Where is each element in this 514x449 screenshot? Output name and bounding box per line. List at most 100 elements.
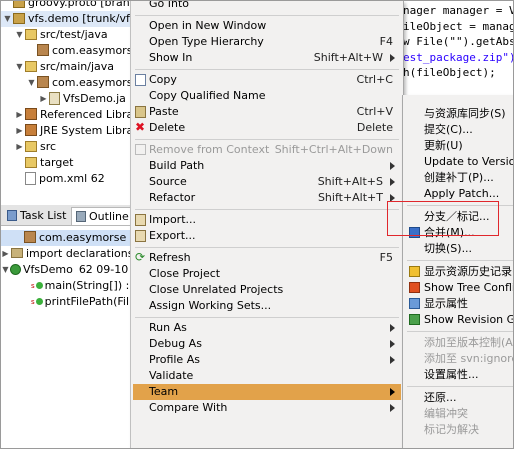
team-menu-item[interactable]: Show Tree Conflic: [405, 280, 513, 296]
menu-item-debug-as[interactable]: Debug As: [133, 336, 401, 352]
team-menu-item[interactable]: Show Revision Gra: [405, 312, 513, 328]
tree-item[interactable]: ▼ com.easymors: [27, 75, 132, 91]
team-menu-item-label: 切换(S)...: [424, 242, 473, 255]
menu-item-profile-as[interactable]: Profile As: [133, 352, 401, 368]
menu-item-assign-working-sets[interactable]: Assign Working Sets...: [133, 298, 401, 314]
team-menu-item[interactable]: 还原...: [405, 390, 513, 406]
tree-item[interactable]: target: [15, 155, 73, 171]
menu-item-go-into[interactable]: Go Into: [133, 0, 401, 12]
team-menu-item[interactable]: Update to Version: [405, 154, 514, 170]
team-menu-item[interactable]: 显示资源历史记录(: [405, 264, 513, 280]
copy-icon: [135, 74, 146, 86]
collapse-twisty-icon[interactable]: ▶: [15, 123, 24, 139]
tab-outline[interactable]: Outline: [71, 207, 133, 225]
menu-item-refresh[interactable]: ⟳ Refresh F5: [133, 250, 401, 266]
menu-item-label: Paste: [149, 105, 179, 118]
collapse-twisty-icon[interactable]: ▶: [1, 246, 10, 262]
outline-item[interactable]: s main(String[]) :: [1, 278, 133, 294]
expand-twisty-icon[interactable]: ▼: [1, 262, 10, 278]
menu-item-validate[interactable]: Validate: [133, 368, 401, 384]
tree-item-label: com.easymors: [52, 76, 133, 89]
menu-item-build-path[interactable]: Build Path: [133, 158, 401, 174]
submenu-arrow-icon: [390, 340, 395, 348]
tree-item[interactable]: ▼ vfs.demo [trunk/vfs: [1, 11, 133, 27]
outline-item[interactable]: ▼ VfsDemo 62 09-10: [1, 262, 133, 278]
menu-item-show-in[interactable]: Show In Shift+Alt+W: [133, 50, 401, 66]
tree-item[interactable]: ▶ Referenced Libra: [15, 107, 133, 123]
tree-item[interactable]: ▼ src/test/java: [15, 27, 107, 43]
expand-twisty-icon[interactable]: ▼: [15, 27, 24, 43]
team-menu-item[interactable]: 设置属性...: [405, 367, 513, 383]
tree-item[interactable]: com.easymors: [27, 43, 132, 59]
properties-icon: [409, 298, 420, 309]
tree-item[interactable]: ▼ src/main/java: [15, 59, 114, 75]
menu-item-import[interactable]: Import...: [133, 212, 401, 228]
expand-twisty-icon[interactable]: ▼: [15, 59, 24, 75]
menu-item-label: Validate: [149, 369, 194, 382]
class-icon: [10, 263, 21, 275]
menu-item-shortcut: Shift+Alt+T: [317, 191, 383, 204]
menu-item-delete[interactable]: ✖ Delete Delete: [133, 120, 401, 136]
team-menu-item[interactable]: 切换(S)...: [405, 241, 513, 257]
view-tab-bar: Task List Outline: [1, 205, 133, 226]
expand-twisty-icon[interactable]: ▼: [3, 11, 12, 27]
outline-item-meta: 62 09-10: [78, 263, 129, 276]
collapse-twisty-icon[interactable]: ▶: [15, 139, 24, 155]
menu-item-label: Profile As: [149, 353, 200, 366]
menu-item-label: Close Project: [149, 267, 221, 280]
team-menu-item[interactable]: 更新(U): [405, 138, 513, 154]
team-menu-item-label: 标记为解决: [424, 423, 479, 436]
outline-tree: com.easymorse ▶ import declarations ▼ VfsDem…: [1, 226, 134, 448]
team-menu-item[interactable]: Apply Patch...: [405, 186, 513, 202]
team-menu-item[interactable]: 与资源库同步(S): [405, 106, 513, 122]
team-menu-item: 添加至版本控制(A): [405, 335, 513, 351]
team-menu-item-label: Update to Version: [424, 155, 514, 168]
outline-item[interactable]: com.easymorse: [1, 230, 133, 246]
collapse-twisty-icon[interactable]: ▶: [39, 91, 48, 107]
code-line: ileObject = manage: [403, 19, 514, 33]
tree-item[interactable]: groovy.proto [branc: [3, 1, 134, 11]
tree-item-label: src: [40, 140, 57, 153]
menu-item-open-in-new-window[interactable]: Open in New Window: [133, 18, 401, 34]
team-menu-item[interactable]: 提交(C)...: [405, 122, 513, 138]
outline-item[interactable]: ▶ import declarations: [1, 246, 133, 262]
menu-item-label: Show In: [149, 51, 193, 64]
menu-item-label: Refresh: [149, 251, 191, 264]
menu-item-label: Export...: [149, 229, 196, 242]
menu-item-open-type-hierarchy[interactable]: Open Type Hierarchy F4: [133, 34, 401, 50]
menu-item-label: Go Into: [149, 0, 190, 10]
expand-twisty-icon[interactable]: ▼: [27, 75, 36, 91]
tree-item[interactable]: pom.xml 62: [15, 171, 105, 187]
tree-item-label: groovy.proto [branc: [28, 1, 134, 9]
tab-task-list[interactable]: Task List: [3, 207, 69, 224]
team-menu-item[interactable]: 创建补丁(P)...: [405, 170, 513, 186]
team-menu-item[interactable]: 显示属性: [405, 296, 513, 312]
menu-item-copy-qualified-name[interactable]: Copy Qualified Name: [133, 88, 401, 104]
menu-item-label: Remove from Context: [149, 143, 270, 156]
tree-item[interactable]: ▶ VfsDemo.ja: [39, 91, 126, 107]
outline-icon: [76, 210, 86, 222]
menu-item-label: Debug As: [149, 337, 202, 350]
menu-item-copy[interactable]: Copy Ctrl+C: [133, 72, 401, 88]
menu-item-close-project[interactable]: Close Project: [133, 266, 401, 282]
menu-item-shortcut: Shift+Alt+S: [317, 175, 383, 188]
tree-item-label: pom.xml 62: [39, 172, 105, 185]
menu-item-compare-with[interactable]: Compare With: [133, 400, 401, 416]
menu-item-remove-from-context: Remove from Context Shift+Ctrl+Alt+Down: [133, 142, 401, 158]
menu-item-export[interactable]: Export...: [133, 228, 401, 244]
tree-item[interactable]: ▶ JRE System Libra: [15, 123, 133, 139]
menu-item-paste[interactable]: Paste Ctrl+V: [133, 104, 401, 120]
outline-item[interactable]: s printFilePath(Fil: [1, 294, 133, 310]
menu-item-source[interactable]: Source Shift+Alt+S: [133, 174, 401, 190]
submenu-arrow-icon: [390, 162, 395, 170]
menu-separator: [407, 386, 513, 387]
menu-item-close-unrelated-projects[interactable]: Close Unrelated Projects: [133, 282, 401, 298]
menu-item-team[interactable]: Team: [133, 384, 401, 400]
team-menu-item: 添加至 svn:ignore: [405, 351, 513, 367]
menu-item-refactor[interactable]: Refactor Shift+Alt+T: [133, 190, 401, 206]
team-menu-item: 编辑冲突: [405, 406, 513, 422]
tree-item[interactable]: ▶ src: [15, 139, 56, 155]
collapse-twisty-icon[interactable]: ▶: [15, 107, 24, 123]
menu-item-run-as[interactable]: Run As: [133, 320, 401, 336]
menu-item-label: Import...: [149, 213, 196, 226]
